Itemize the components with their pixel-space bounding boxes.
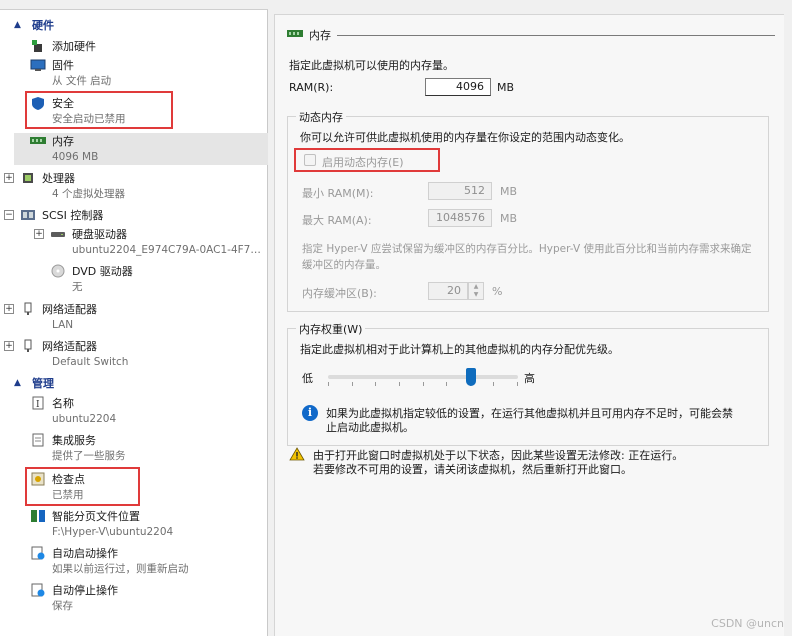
warning-line2: 若要修改不可用的设置，请关闭该虚拟机，然后重新打开此窗口。 [313, 463, 632, 476]
buffer-description-line1: 指定 Hyper-V 应尝试保留为缓冲区的内存百分比。Hyper-V 使用此百分… [302, 243, 752, 255]
tree-item-network-adapter-lan[interactable]: + 网络适配器 LAN [4, 301, 264, 333]
tree-item-firmware[interactable]: 固件 从 文件 启动 [14, 57, 264, 89]
tree-item-name[interactable]: I 名称 ubuntu2204 [14, 395, 264, 427]
tree-item-hard-drive[interactable]: + 硬盘驱动器 ubuntu2204_E974C79A-0AC1-4F7F-..… [34, 226, 266, 258]
network-adapter-icon [20, 339, 36, 353]
svg-text:I: I [36, 400, 40, 410]
weight-high-label: 高 [524, 372, 535, 385]
tree-item-label: 添加硬件 [52, 40, 96, 53]
buffer-input[interactable]: 20 [428, 282, 468, 300]
memory-settings-panel: 内存 指定此虚拟机可以使用的内存量。 RAM(R): 4096 MB 动态内存 … [274, 14, 784, 636]
tree-item-smart-paging[interactable]: 智能分页文件位置 F:\Hyper-V\ubuntu2204 [14, 508, 264, 540]
info-icon: i [302, 405, 318, 421]
name-icon: I [30, 396, 46, 410]
max-ram-label: 最大 RAM(A): [302, 214, 372, 227]
tree-item-processor[interactable]: + 处理器 4 个虚拟处理器 [4, 170, 264, 202]
memory-weight-group: 内存权重(W) 指定此虚拟机相对于此计算机上的其他虚拟机的内存分配优先级。 低 … [287, 321, 769, 446]
buffer-description-line2: 缓冲区的内存量。 [302, 259, 386, 271]
buffer-spinner[interactable]: ▲ ▼ [468, 282, 484, 300]
settings-tree: ▲ 硬件 添加硬件 固件 从 文件 启动 安全 安全启动已禁用 内存 4096 … [0, 0, 268, 636]
auto-start-icon [30, 546, 46, 560]
memory-description: 指定此虚拟机可以使用的内存量。 [289, 59, 454, 72]
dynamic-memory-description: 你可以允许可供此虚拟机使用的内存量在你设定的范围内动态变化。 [300, 131, 630, 144]
min-ram-input[interactable]: 512 [428, 182, 492, 200]
processor-icon [20, 171, 36, 185]
dvd-disc-icon [50, 264, 66, 278]
watermark: CSDN @uncn [711, 617, 784, 630]
expand-icon[interactable]: + [4, 304, 14, 314]
tree-item-auto-start[interactable]: 自动启动操作 如果以前运行过，则重新启动 [14, 545, 264, 577]
title-rule [337, 34, 775, 36]
weight-slider-thumb[interactable] [465, 368, 476, 386]
management-section-header[interactable]: ▲ 管理 [14, 376, 54, 390]
collapse-icon[interactable]: − [4, 210, 14, 220]
tree-item-integration-services[interactable]: 集成服务 提供了一些服务 [14, 432, 264, 464]
hardware-section-header[interactable]: ▲ 硬件 [14, 18, 54, 32]
min-ram-unit: MB [500, 185, 518, 198]
firmware-icon [30, 58, 46, 72]
smart-paging-icon [30, 509, 46, 523]
weight-info-line2: 止启动此虚拟机。 [326, 421, 414, 434]
highlight-box-checkpoints [25, 467, 140, 506]
highlight-box-security [25, 91, 173, 129]
dynamic-memory-legend: 动态内存 [296, 109, 346, 125]
ram-unit: MB [497, 81, 515, 94]
tree-item-dvd-drive[interactable]: DVD 驱动器 无 [34, 263, 266, 295]
tree-item-auto-stop[interactable]: 自动停止操作 保存 [14, 582, 264, 614]
weight-slider-ticks [328, 382, 518, 388]
warning-icon [289, 447, 305, 464]
tree-item-add-hardware[interactable]: 添加硬件 [14, 38, 264, 54]
max-ram-unit: MB [500, 212, 518, 225]
buffer-label: 内存缓冲区(B): [302, 287, 377, 300]
dynamic-memory-group: 动态内存 你可以允许可供此虚拟机使用的内存量在你设定的范围内动态变化。 启用动态… [287, 109, 769, 312]
auto-stop-icon [30, 583, 46, 597]
tree-item-network-adapter-default[interactable]: + 网络适配器 Default Switch [4, 338, 264, 370]
ram-label: RAM(R): [289, 81, 334, 94]
panel-title: 内存 [287, 27, 775, 43]
hard-drive-icon [50, 227, 66, 241]
buffer-unit: % [492, 285, 503, 298]
expand-icon[interactable]: + [34, 229, 44, 239]
add-hardware-icon [30, 39, 46, 53]
memory-icon [287, 29, 303, 42]
tree-top-strip [0, 0, 268, 10]
expand-icon[interactable]: + [4, 341, 14, 351]
memory-weight-description: 指定此虚拟机相对于此计算机上的其他虚拟机的内存分配优先级。 [300, 343, 619, 356]
memory-weight-legend: 内存权重(W) [296, 321, 366, 337]
integration-services-icon [30, 433, 46, 447]
highlight-box-dynamic-memory [294, 148, 440, 172]
collapse-icon[interactable]: ▲ [14, 20, 26, 30]
min-ram-label: 最小 RAM(M): [302, 187, 374, 200]
expand-icon[interactable]: + [4, 173, 14, 183]
max-ram-input[interactable]: 1048576 [428, 209, 492, 227]
memory-icon [30, 134, 46, 148]
scsi-controller-icon [20, 208, 36, 222]
tree-item-scsi-controller[interactable]: − SCSI 控制器 [4, 207, 264, 223]
collapse-icon[interactable]: ▲ [14, 378, 26, 388]
weight-low-label: 低 [302, 372, 313, 385]
tree-item-memory[interactable]: 内存 4096 MB [14, 133, 268, 165]
network-adapter-icon [20, 302, 36, 316]
ram-input[interactable]: 4096 [425, 78, 491, 96]
weight-slider-track[interactable] [328, 375, 518, 379]
